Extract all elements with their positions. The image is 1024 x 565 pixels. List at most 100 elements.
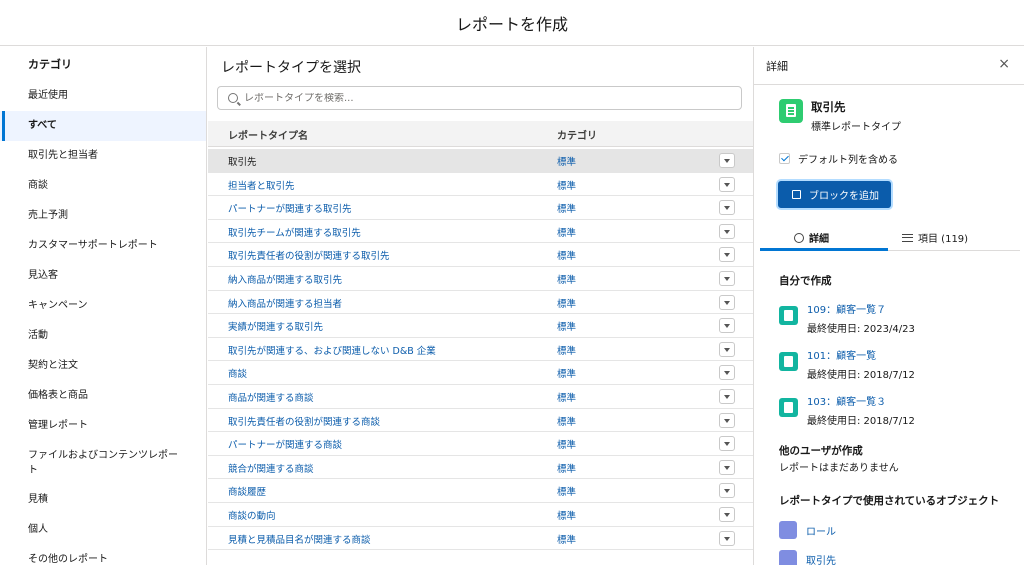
chevron-down-icon[interactable]: [719, 506, 735, 522]
report-type-name[interactable]: 競合が関連する商談: [228, 461, 314, 475]
search-box[interactable]: [217, 86, 742, 110]
category-item[interactable]: 見込客: [0, 261, 206, 291]
chevron-down-icon[interactable]: [719, 294, 735, 310]
report-type-name[interactable]: 取引先チームが関連する取引先: [228, 225, 361, 239]
details-header: 詳細 ×: [754, 47, 1024, 85]
report-type-name[interactable]: 見積と見積品目名が関連する商談: [228, 532, 371, 546]
report-type-category: 標準: [557, 345, 577, 357]
close-icon[interactable]: ×: [998, 56, 1010, 72]
include-default-columns-checkbox[interactable]: デフォルト列を含める: [779, 151, 898, 166]
category-item[interactable]: その他のレポート: [0, 545, 206, 565]
table-row[interactable]: 取引先チームが関連する取引先 標準: [208, 220, 753, 244]
table-row[interactable]: 商談 標準: [208, 361, 753, 385]
column-header-category[interactable]: カテゴリ: [557, 127, 597, 142]
report-type-name[interactable]: パートナーが関連する商談: [228, 437, 342, 451]
report-type-name[interactable]: パートナーが関連する取引先: [228, 201, 352, 215]
chevron-down-icon[interactable]: [719, 176, 735, 192]
report-type-name[interactable]: 取引先責任者の役割が関連する商談: [228, 414, 380, 428]
table-row[interactable]: 競合が関連する商談 標準: [208, 456, 753, 480]
category-item[interactable]: 売上予測: [0, 201, 206, 231]
report-type-category: 標準: [557, 487, 577, 499]
report-link[interactable]: 101：顧客一覧: [807, 347, 915, 362]
add-block-label: ブロックを追加: [809, 191, 879, 202]
table-row[interactable]: 取引先責任者の役割が関連する商談 標準: [208, 409, 753, 433]
report-link[interactable]: 109：顧客一覧７: [807, 301, 915, 316]
report-type-name[interactable]: 納入商品が関連する担当者: [228, 296, 342, 310]
report-type-name[interactable]: 取引先: [228, 154, 257, 168]
report-type-name[interactable]: 実績が関連する取引先: [228, 319, 323, 333]
table-row[interactable]: 見積と見積品目名が関連する商談 標準: [208, 527, 753, 551]
column-header-name[interactable]: レポートタイプ名: [228, 127, 308, 142]
report-type-name[interactable]: 商談: [228, 366, 247, 380]
list-icon: [902, 233, 913, 242]
category-item[interactable]: 管理レポート: [0, 411, 206, 441]
chevron-down-icon[interactable]: [719, 388, 735, 404]
table-row[interactable]: 取引先責任者の役割が関連する取引先 標準: [208, 243, 753, 267]
table-row[interactable]: 取引先が関連する、および関連しない D&B 企業 標準: [208, 338, 753, 362]
chevron-down-icon[interactable]: [719, 223, 735, 239]
checkbox-checked-icon[interactable]: [779, 153, 790, 164]
tab-details[interactable]: 詳細: [794, 230, 829, 245]
chevron-down-icon[interactable]: [719, 412, 735, 428]
category-item[interactable]: 取引先と担当者: [0, 141, 206, 171]
add-block-button[interactable]: ブロックを追加: [778, 181, 891, 208]
category-item[interactable]: 商談: [0, 171, 206, 201]
table-row[interactable]: 納入商品が関連する取引先 標準: [208, 267, 753, 291]
report-type-name[interactable]: 商品が関連する商談: [228, 390, 314, 404]
chevron-down-icon[interactable]: [719, 247, 735, 263]
report-type-name[interactable]: 取引先責任者の役割が関連する取引先: [228, 248, 390, 262]
report-type-category: 標準: [557, 416, 577, 428]
category-item[interactable]: 最近使用: [0, 81, 206, 111]
chevron-down-icon[interactable]: [719, 365, 735, 381]
category-item[interactable]: 個人: [0, 515, 206, 545]
chevron-down-icon[interactable]: [719, 459, 735, 475]
chevron-down-icon[interactable]: [719, 270, 735, 286]
table-row[interactable]: 商談履歴 標準: [208, 479, 753, 503]
table-row[interactable]: パートナーが関連する取引先 標準: [208, 196, 753, 220]
category-item[interactable]: ファイルおよびコンテンツレポート: [0, 441, 206, 485]
table-row[interactable]: パートナーが関連する商談 標準: [208, 432, 753, 456]
report-type-category: 標準: [557, 534, 577, 546]
category-item[interactable]: 活動: [0, 321, 206, 351]
recent-report: 109：顧客一覧７ 最終使用日: 2023/4/23: [779, 301, 915, 335]
chevron-down-icon[interactable]: [719, 436, 735, 452]
table-row[interactable]: 実績が関連する取引先 標準: [208, 314, 753, 338]
category-item[interactable]: 価格表と商品: [0, 381, 206, 411]
chevron-down-icon[interactable]: [719, 341, 735, 357]
chevron-down-icon[interactable]: [719, 483, 735, 499]
report-type-category: 標準: [557, 440, 577, 452]
report-type-name[interactable]: 商談履歴: [228, 484, 266, 498]
category-item[interactable]: カスタマーサポートレポート: [0, 231, 206, 261]
table-row[interactable]: 商談の動向 標準: [208, 503, 753, 527]
category-item[interactable]: キャンペーン: [0, 291, 206, 321]
chevron-down-icon[interactable]: [719, 153, 735, 168]
object-link[interactable]: 取引先: [806, 552, 836, 565]
report-type-name[interactable]: 取引先が関連する、および関連しない D&B 企業: [228, 343, 436, 357]
report-icon: [779, 306, 798, 325]
tab-fields[interactable]: 項目 (119): [902, 230, 968, 245]
category-item[interactable]: 契約と注文: [0, 351, 206, 381]
report-link[interactable]: 103：顧客一覧３: [807, 393, 915, 408]
table-row[interactable]: 取引先 標準: [208, 149, 753, 173]
report-type-name[interactable]: 納入商品が関連する取引先: [228, 272, 342, 286]
recent-report: 101：顧客一覧 最終使用日: 2018/7/12: [779, 347, 915, 381]
chevron-down-icon[interactable]: [719, 530, 735, 546]
category-item[interactable]: すべて: [0, 111, 206, 141]
category-item[interactable]: 見積: [0, 485, 206, 515]
active-tab-indicator: [760, 248, 888, 251]
info-icon: [794, 232, 804, 243]
report-type-category: 標準: [557, 298, 577, 310]
object-link[interactable]: ロール: [806, 523, 836, 538]
report-type-name[interactable]: 商談の動向: [228, 508, 276, 522]
table-row[interactable]: 納入商品が関連する担当者 標準: [208, 291, 753, 315]
report-type-category: 標準: [557, 180, 577, 192]
category-panel: カテゴリ 最近使用 すべて 取引先と担当者 商談 売上予測 カスタマーサポートレポート 見込…: [0, 47, 207, 565]
chevron-down-icon[interactable]: [719, 318, 735, 334]
table-row[interactable]: 担当者と取引先 標準: [208, 173, 753, 197]
checkbox-label: デフォルト列を含める: [798, 155, 898, 166]
report-type-name[interactable]: 担当者と取引先: [228, 178, 295, 192]
search-input[interactable]: [244, 92, 724, 104]
chevron-down-icon[interactable]: [719, 200, 735, 216]
table-row[interactable]: 商品が関連する商談 標準: [208, 385, 753, 409]
report-type-category: 標準: [557, 369, 577, 381]
